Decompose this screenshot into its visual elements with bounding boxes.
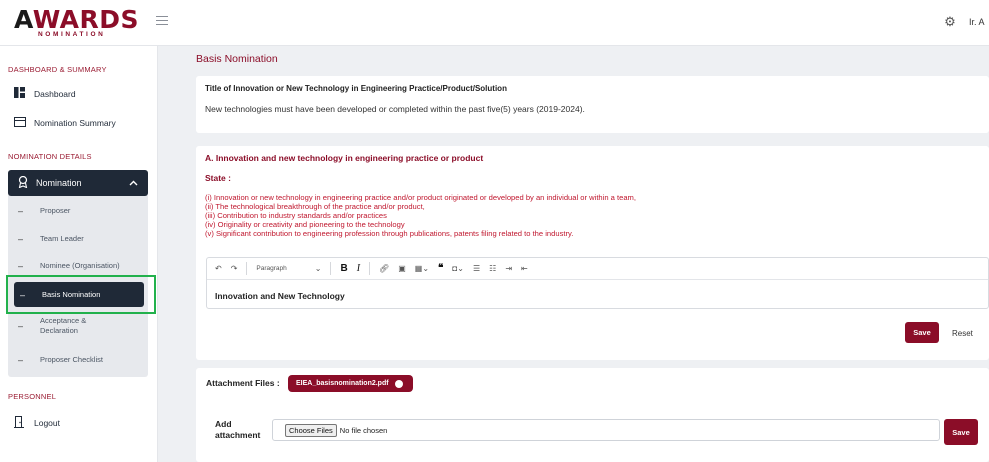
page-title: Basis Nomination	[196, 53, 278, 65]
section-a-card: A. Innovation and new technology in engi…	[196, 146, 989, 360]
sidebar-item-label: Team Leader	[40, 234, 84, 243]
criteria-item: (ii) The technological breakthrough of t…	[205, 202, 425, 212]
save-button[interactable]: Save	[905, 322, 939, 343]
chevron-down-icon[interactable]: ⌄	[315, 264, 322, 273]
undo-icon[interactable]: ↶	[215, 264, 222, 273]
criteria-item: (iii) Contribution to industry standards…	[205, 211, 387, 221]
block-style-select[interactable]: Paragraph	[256, 265, 286, 272]
state-label: State :	[205, 173, 231, 183]
sidebar-item-dashboard[interactable]: Dashboard	[14, 83, 154, 105]
card-icon	[14, 116, 34, 130]
attachment-file-name: EIEA_basisnomination2.pdf	[296, 380, 389, 387]
criteria-item: (v) Significant contribution to engineer…	[205, 229, 574, 239]
indent-icon[interactable]: ⇥	[505, 264, 512, 273]
dash-marker: –	[18, 234, 24, 244]
user-name[interactable]: Ir. A	[969, 17, 985, 27]
add-attachment-label: Add attachment	[215, 419, 261, 440]
sidebar-item-label: Acceptance & Declaration	[40, 316, 87, 335]
sidebar-item-label: Logout	[34, 418, 60, 428]
numbered-list-icon[interactable]: ☷	[489, 264, 496, 273]
criteria-item: (i) Innovation or new technology in engi…	[205, 193, 636, 202]
outdent-icon[interactable]: ⇤	[521, 264, 528, 273]
sidebar-item-label: Nomination Summary	[34, 118, 116, 128]
dash-marker: –	[18, 206, 24, 216]
criteria-list: (i) Innovation or new technology in engi…	[205, 193, 636, 238]
image-icon[interactable]: ▣	[398, 264, 406, 273]
nomination-menu-toggle[interactable]: Nomination	[8, 170, 148, 196]
hamburger-menu-icon[interactable]	[156, 16, 168, 26]
award-ribbon-icon	[18, 175, 36, 191]
logo-text: AWARDS	[14, 5, 140, 34]
choose-files-button[interactable]: Choose Files	[285, 423, 337, 437]
criteria-item: (iv) Originality or creativity and pione…	[205, 220, 405, 230]
awards-logo[interactable]: AWARDS NOMINATION	[14, 6, 140, 40]
section-personnel: PERSONNEL	[8, 392, 57, 401]
bulleted-list-icon[interactable]: ☰	[473, 264, 480, 273]
dash-marker: –	[18, 261, 24, 271]
sidebar-item-nominee-organisation[interactable]: – Nominee (Organisation)	[8, 256, 148, 276]
attachment-file-chip[interactable]: EIEA_basisnomination2.pdf	[288, 375, 413, 392]
sidebar-item-team-leader[interactable]: – Team Leader	[8, 229, 148, 249]
sidebar-item-label: Proposer	[40, 206, 71, 215]
table-icon[interactable]: ▦⌄	[415, 264, 429, 273]
redo-icon[interactable]: ↷	[231, 264, 238, 273]
reset-button[interactable]: Reset	[952, 329, 973, 338]
section-dashboard-summary: DASHBOARD & SUMMARY	[8, 65, 107, 74]
sidebar-item-label: Dashboard	[34, 89, 76, 99]
title-card-heading: Title of Innovation or New Technology in…	[205, 84, 507, 93]
logo-subtext: NOMINATION	[38, 31, 106, 38]
sidebar: DASHBOARD & SUMMARY Dashboard Nomination…	[0, 46, 158, 462]
italic-icon[interactable]: I	[357, 263, 360, 274]
attachment-save-button[interactable]: Save	[944, 419, 978, 445]
sidebar-item-label: Nominee (Organisation)	[40, 261, 120, 270]
quote-icon[interactable]: ❝	[438, 263, 443, 274]
door-exit-icon	[14, 415, 34, 431]
sidebar-item-nomination-summary[interactable]: Nomination Summary	[14, 112, 154, 134]
toolbar-divider	[330, 262, 332, 275]
title-card-text[interactable]: New technologies must have been develope…	[205, 104, 585, 114]
section-a-heading: A. Innovation and new technology in engi…	[205, 153, 484, 163]
nomination-label: Nomination	[36, 178, 82, 188]
dash-marker: –	[18, 321, 24, 331]
toolbar-divider	[369, 262, 371, 275]
chevron-up-icon	[129, 178, 138, 188]
remove-file-icon[interactable]	[394, 379, 403, 388]
attachments-card: Attachment Files : EIEA_basisnomination2…	[196, 368, 989, 462]
rich-text-editor: ↶ ↷ Paragraph ⌄ B I 🔗︎ ▣ ▦⌄ ❝ ◘⌄ ☰ ☷ ⇥ ⇤…	[206, 257, 989, 309]
file-input[interactable]: Choose Files No file chosen	[272, 419, 940, 441]
sidebar-item-proposer[interactable]: – Proposer	[8, 201, 148, 221]
attachment-files-label: Attachment Files :	[206, 378, 280, 388]
dashboard-icon	[14, 87, 34, 101]
editor-toolbar: ↶ ↷ Paragraph ⌄ B I 🔗︎ ▣ ▦⌄ ❝ ◘⌄ ☰ ☷ ⇥ ⇤	[207, 258, 988, 280]
sidebar-item-label: Proposer Checklist	[40, 355, 103, 364]
selection-highlight	[6, 275, 156, 314]
toolbar-divider	[246, 262, 248, 275]
link-icon[interactable]: 🔗︎	[379, 264, 389, 273]
bold-icon[interactable]: B	[340, 263, 347, 274]
editor-content[interactable]: Innovation and New Technology	[215, 291, 345, 301]
section-nomination-details: NOMINATION DETAILS	[8, 152, 92, 161]
nomination-nav-group: Nomination – Proposer – Team Leader – No…	[8, 170, 148, 377]
no-file-text: No file chosen	[339, 425, 388, 435]
sidebar-item-acceptance-declaration[interactable]: – Acceptance & Declaration	[8, 313, 148, 339]
sidebar-item-proposer-checklist[interactable]: – Proposer Checklist	[8, 350, 148, 370]
title-card: Title of Innovation or New Technology in…	[196, 76, 989, 133]
top-bar: AWARDS NOMINATION ⚙ Ir. A	[0, 0, 989, 46]
media-embed-icon[interactable]: ◘⌄	[452, 264, 464, 273]
gear-icon[interactable]: ⚙	[943, 15, 957, 29]
sidebar-item-logout[interactable]: Logout	[14, 412, 154, 434]
dash-marker: –	[18, 355, 24, 365]
